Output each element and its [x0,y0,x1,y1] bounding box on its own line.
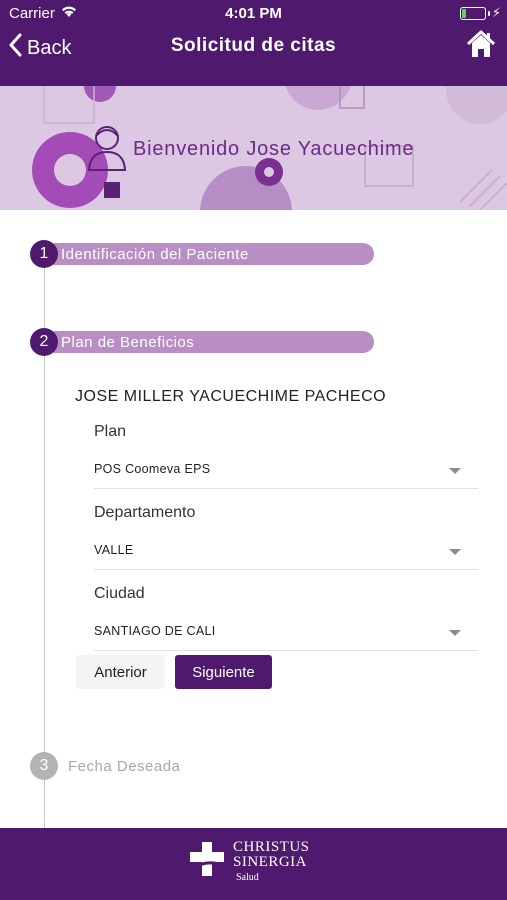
charging-icon: ⚡ [491,5,501,20]
page-title: Solicitud de citas [170,35,337,56]
step-desired-date[interactable]: 3 Fecha Deseada [30,752,180,780]
department-value: VALLE [94,543,134,557]
user-avatar-icon [86,122,128,177]
city-label: Ciudad [94,585,145,602]
caret-down-icon [449,549,461,555]
christus-sinergia-logo: CHRISTUS SINERGIA Salud [187,840,310,885]
status-bar: Carrier 4:01 PM ⚡ [0,0,507,28]
cross-logo-icon [189,842,225,876]
city-value: SANTIAGO DE CALI [94,624,216,638]
step-label: Identificación del Paciente [61,245,249,263]
nav-bar: Back Solicitud de citas [0,28,507,86]
home-icon [466,30,496,57]
caret-down-icon [449,630,461,636]
caret-down-icon [449,468,461,474]
step-number: 1 [30,240,58,268]
footer: CHRISTUS SINERGIA Salud [0,828,507,900]
logo-line-2: SINERGIA [233,854,307,870]
appointment-wizard: 1 Identificación del Paciente 2 Plan de … [0,210,507,828]
battery-icon [460,7,490,20]
status-time: 4:01 PM [225,5,282,22]
logo-line-1: CHRISTUS [233,839,310,855]
step-label: Plan de Beneficios [61,333,195,351]
department-label: Departamento [94,504,196,521]
battery-fill [462,9,466,18]
step-label: Fecha Deseada [68,757,181,775]
step-number: 3 [30,752,58,780]
step-number: 2 [30,328,58,356]
plan-label: Plan [94,423,127,440]
home-button[interactable] [465,28,497,60]
step-benefits-plan[interactable]: 2 Plan de Beneficios [30,328,374,356]
previous-button[interactable]: Anterior [76,655,165,689]
plan-value: POS Coomeva EPS [94,462,211,476]
logo-line-3: Salud [236,872,259,883]
city-select[interactable]: SANTIAGO DE CALI [94,615,478,651]
department-select[interactable]: VALLE [94,534,478,570]
welcome-message: Bienvenido Jose Yacuechime [133,138,415,160]
welcome-banner: Bienvenido Jose Yacuechime [0,86,507,210]
next-button[interactable]: Siguiente [175,655,272,689]
patient-name: JOSE MILLER YACUECHIME PACHECO [75,388,387,405]
plan-select[interactable]: POS Coomeva EPS [94,453,478,489]
step-patient-identification[interactable]: 1 Identificación del Paciente [30,240,374,268]
